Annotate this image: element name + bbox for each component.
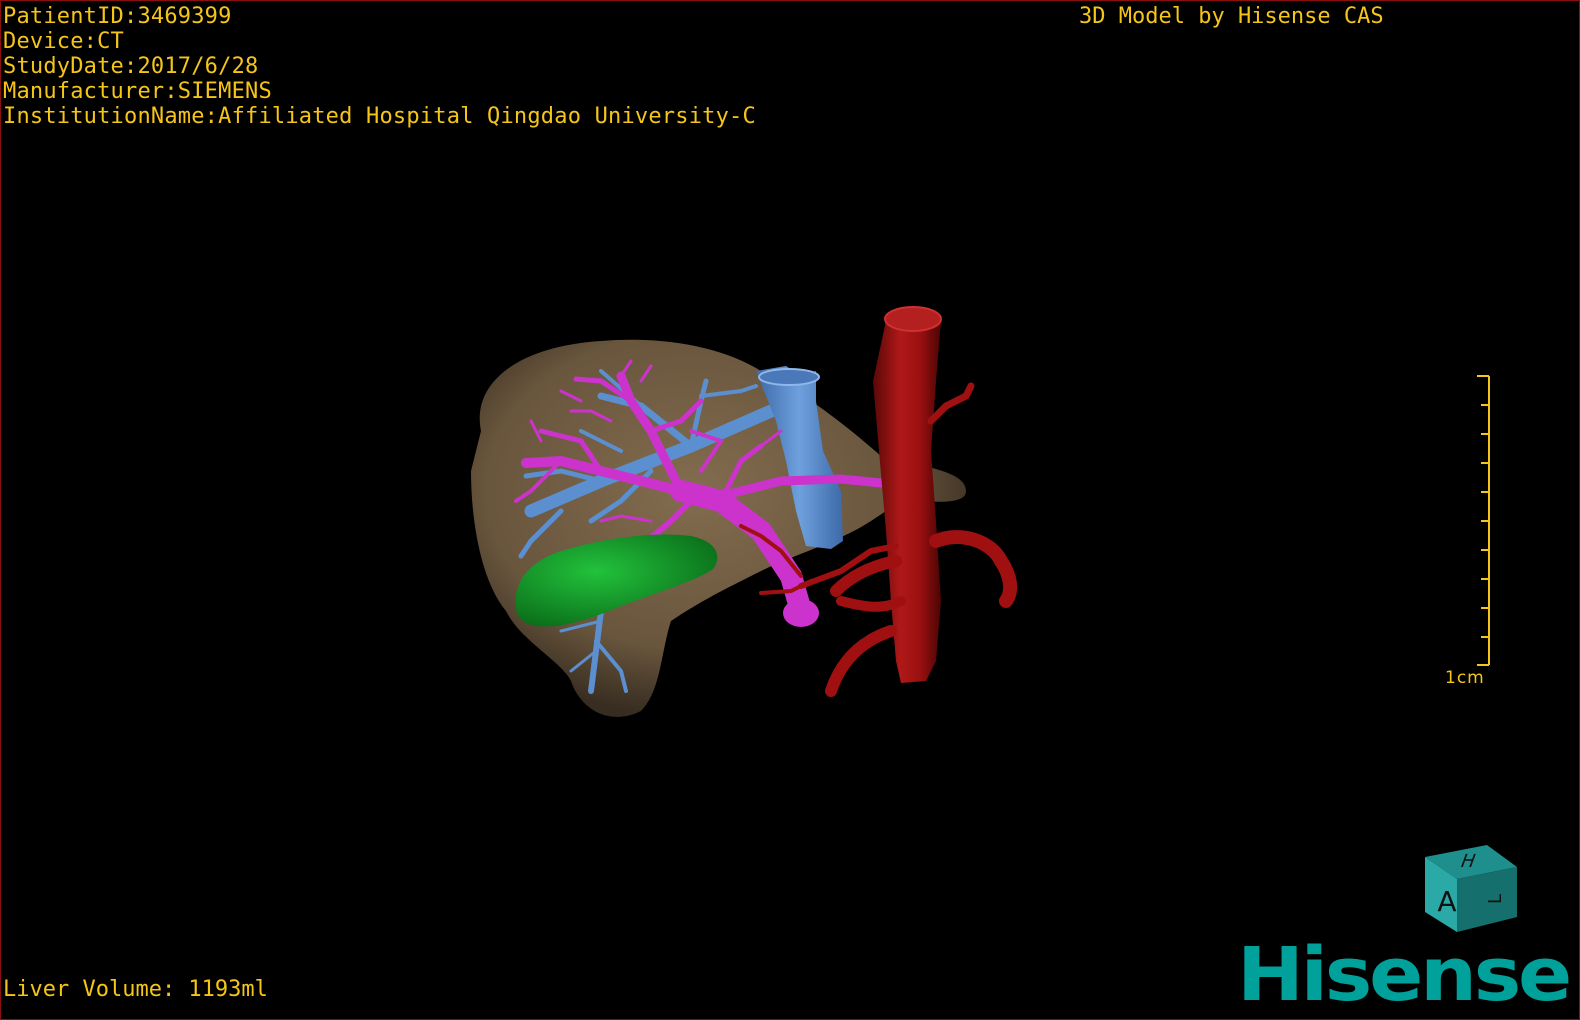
aorta-opening: [884, 306, 942, 332]
scale-label: 1cm: [1445, 668, 1485, 688]
study-date: StudyDate:2017/6/28: [3, 54, 259, 79]
patient-id: PatientID:3469399: [3, 4, 232, 29]
device: Device:CT: [3, 29, 125, 54]
liver-3d-model[interactable]: [1, 1, 1579, 1019]
aorta: [873, 309, 941, 683]
cube-side-label: L: [1485, 894, 1506, 904]
ivc-opening: [758, 368, 820, 386]
institution-name: InstitutionName:Affiliated Hospital Qing…: [3, 104, 756, 129]
portal-vein-trunk: [783, 599, 819, 627]
scale-bar: [1477, 375, 1490, 666]
render-viewport[interactable]: PatientID:3469399 Device:CT StudyDate:20…: [0, 0, 1580, 1020]
cube-front-label: A: [1437, 885, 1456, 918]
brand-name: Hisense: [1237, 936, 1569, 1011]
orientation-cube-icon[interactable]: H A L: [1417, 837, 1527, 937]
liver-volume: Liver Volume: 1193ml: [3, 977, 268, 1002]
hisense-logo: Hisense: [1237, 936, 1571, 1011]
model-credit: 3D Model by Hisense CAS: [1079, 4, 1384, 29]
manufacturer: Manufacturer:SIEMENS: [3, 79, 272, 104]
